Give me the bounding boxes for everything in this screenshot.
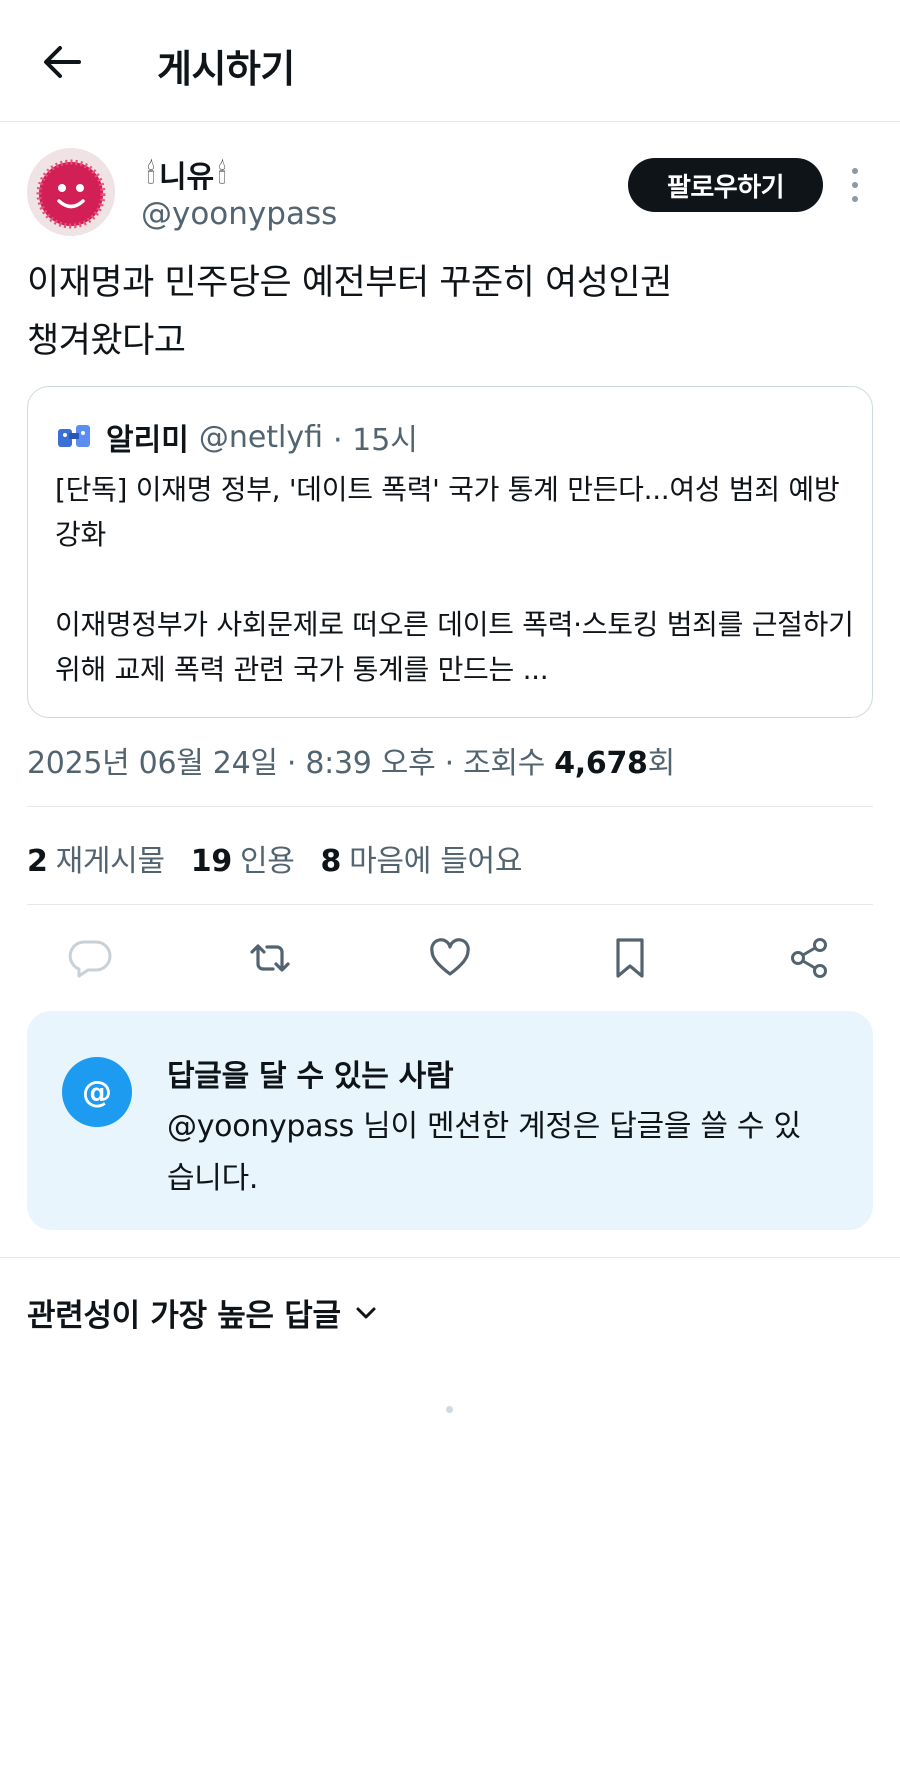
views-suffix: 회 xyxy=(647,746,676,781)
reposts-label: 재게시물 xyxy=(55,844,166,879)
post-text: 이재명과 민주당은 예전부터 꾸준히 여성인권 챙겨왔다고 xyxy=(27,254,873,370)
quotes-count: 19 xyxy=(190,844,232,879)
reposts-count: 2 xyxy=(27,844,48,879)
post-timestamp: 2025년 06월 24일 · 8:39 오후 · 조회수 4,678회 xyxy=(27,738,675,782)
divider xyxy=(0,1257,900,1258)
bookmark-icon[interactable] xyxy=(606,934,654,982)
post-text-line: 이재명과 민주당은 예전부터 꾸준히 여성인권 xyxy=(27,263,672,303)
divider xyxy=(27,806,873,807)
engagement-stats: 2 재게시물 19 인용 8 마음에 들어요 xyxy=(27,836,548,880)
reply-sort-dropdown[interactable]: 관련성이 가장 높은 답글 xyxy=(27,1290,377,1335)
user-handle[interactable]: @yoonypass xyxy=(141,196,337,232)
divider xyxy=(27,904,873,905)
quoted-avatar-icon xyxy=(56,421,94,453)
reply-icon[interactable] xyxy=(66,934,114,982)
chevron-down-icon xyxy=(355,1306,377,1320)
quoted-post-text: [단독] 이재명 정부, '데이트 폭력' 국가 통계 만든다...여성 범죄 … xyxy=(55,473,854,686)
more-vertical-icon[interactable] xyxy=(845,168,865,202)
display-name: 니유 xyxy=(158,160,215,195)
reply-restriction-title: 답글을 달 수 있는 사람 xyxy=(167,1059,454,1094)
quoted-time: · 15시 xyxy=(333,423,418,458)
quoted-display-name: 알리미 xyxy=(106,423,189,458)
page-title: 게시하기 xyxy=(157,47,295,91)
avatar[interactable] xyxy=(27,148,115,236)
post-datetime: 2025년 06월 24일 · 8:39 오후 · 조회수 xyxy=(27,746,555,781)
repost-icon[interactable] xyxy=(246,934,294,982)
post-text-line: 챙겨왔다고 xyxy=(27,321,186,361)
views-count: 4,678 xyxy=(554,746,648,781)
follow-button[interactable]: 팔로우하기 xyxy=(628,158,823,212)
quoted-post-header: 알리미 @netlyfi · 15시 xyxy=(56,415,418,459)
candle-icon: 🕯 xyxy=(147,157,155,190)
like-icon[interactable] xyxy=(426,934,474,982)
reply-restriction-description: @yoonypass 님이 멘션한 계정은 답글을 쓸 수 있습니다. xyxy=(167,1109,801,1196)
back-arrow-icon[interactable] xyxy=(36,36,88,88)
quoted-handle: @netlyfi xyxy=(198,419,324,455)
reply-restriction-notice: @ 답글을 달 수 있는 사람 @yoonypass 님이 멘션한 계정은 답글… xyxy=(27,1011,873,1230)
likes-stat[interactable]: 8 마음에 들어요 xyxy=(321,836,523,880)
candle-icon: 🕯 xyxy=(218,157,227,190)
likes-label: 마음에 들어요 xyxy=(349,844,523,879)
top-bar: 게시하기 xyxy=(0,0,900,122)
quotes-stat[interactable]: 19 인용 xyxy=(191,836,295,880)
quotes-label: 인용 xyxy=(239,844,295,879)
mention-icon: @ xyxy=(62,1057,132,1127)
reply-sort-label: 관련성이 가장 높은 답글 xyxy=(27,1298,341,1334)
likes-count: 8 xyxy=(320,844,342,879)
loading-indicator xyxy=(446,1406,453,1413)
display-name-row[interactable]: 🕯 니유 🕯 xyxy=(147,152,226,196)
post-author: 🕯 니유 🕯 @yoonypass 팔로우하기 xyxy=(27,148,873,238)
reposts-stat[interactable]: 2 재게시물 xyxy=(27,836,165,880)
share-icon[interactable] xyxy=(785,934,833,982)
quoted-post[interactable]: 알리미 @netlyfi · 15시 [단독] 이재명 정부, '데이트 폭력'… xyxy=(27,386,873,718)
